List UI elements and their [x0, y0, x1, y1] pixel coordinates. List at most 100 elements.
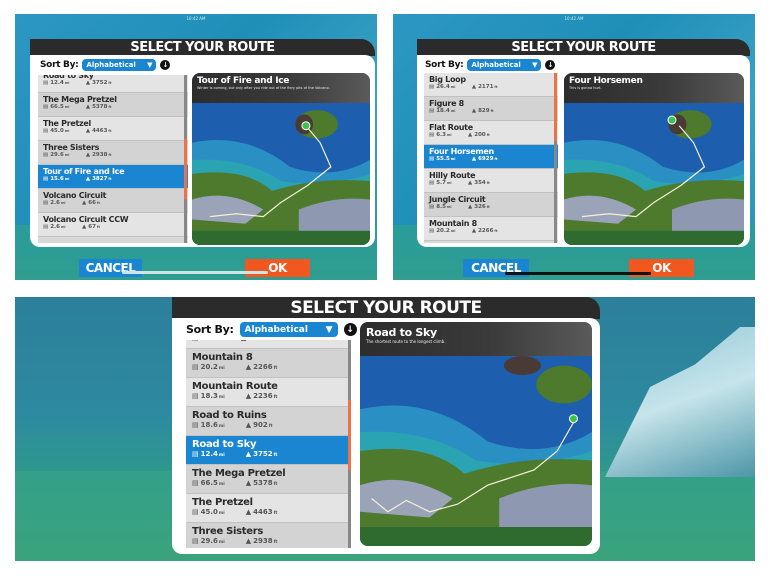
route-map: Four Horsemen This is gonna hurt.: [564, 73, 744, 245]
scrollbar[interactable]: [554, 73, 557, 243]
sort-direction-button[interactable]: ↓: [160, 60, 171, 70]
route-elevation: ▲ 829 ft: [472, 108, 494, 114]
distance-icon: ▤: [429, 180, 435, 186]
scrollbar[interactable]: [184, 75, 187, 243]
distance-icon: ▤: [43, 104, 49, 110]
elevation-unit: ft: [268, 422, 273, 428]
route-stats: ▤ 5.7 mi ▲ 354 ft: [429, 180, 553, 186]
route-list-item[interactable]: The Mega Pretzel ▤ 66.5 mi ▲ 5378 ft: [38, 93, 188, 117]
sort-descending-icon: ↓: [162, 61, 169, 69]
elevation-value: 326: [474, 204, 486, 210]
distance-value: 29.6: [200, 537, 218, 545]
route-stats: ▤ 66.5 mi ▲ 5378 ft: [192, 479, 345, 487]
map-volcano: [503, 356, 541, 375]
scrollbar[interactable]: [348, 340, 351, 548]
route-elevation: ▲ 200 ft: [468, 132, 490, 138]
distance-value: 12.4: [50, 80, 64, 86]
map-graphic: [564, 103, 744, 245]
map-forest-south: [192, 230, 370, 245]
route-distance: ▤ 45.0 mi: [43, 128, 69, 134]
elevation-icon: ▲: [468, 180, 473, 186]
distance-value: 66.5: [200, 479, 218, 487]
route-list-item[interactable]: Three Sisters ▤ 29.6 mi ▲ 2938 ft: [38, 141, 188, 165]
distance-unit: mi: [64, 177, 70, 181]
route-list[interactable]: Road to Sky ▤ 12.4 mi ▲ 3752 ft The Mega Pretze…: [38, 75, 188, 243]
sort-direction-button[interactable]: ↓: [545, 60, 556, 70]
chevron-down-icon: ▼: [147, 61, 153, 69]
scrollbar-thumb[interactable]: [348, 400, 351, 470]
distance-unit: mi: [450, 109, 456, 113]
route-list-item[interactable]: The Mega Pretzel ▤ 66.5 mi ▲ 5378 ft: [186, 465, 351, 494]
route-list-item[interactable]: Figure 8 ▤ 18.4 mi ▲ 829 ft: [424, 97, 558, 121]
route-list-item[interactable]: Mountain 8 ▤ 20.2 mi ▲ 2266 ft: [424, 217, 558, 241]
distance-unit: mi: [64, 153, 70, 157]
elevation-unit: ft: [273, 393, 278, 399]
elevation-icon: ▲: [471, 228, 477, 234]
route-name: Three Sisters: [43, 143, 100, 152]
distance-icon: ▤: [429, 84, 435, 90]
scrollbar-thumb[interactable]: [184, 139, 187, 199]
elevation-icon: ▲: [85, 128, 91, 134]
elevation-value: 326: [248, 340, 263, 342]
route-list[interactable]: Jungle Circuit▤8.5mi▲326ftMountain 8▤20.…: [186, 340, 351, 548]
route-list-item[interactable]: The Pretzel ▤ 45.0 mi ▲ 4463 ft: [38, 117, 188, 141]
route-elevation: ▲326ft: [468, 204, 490, 210]
sort-direction-button[interactable]: ↓: [343, 323, 357, 336]
elevation-icon: ▲: [85, 176, 91, 182]
route-list-item[interactable]: Big Loop ▤ 26.4 mi ▲ 2171 ft: [424, 73, 558, 97]
route-list-item[interactable]: Road to Sky ▤ 12.4 mi ▲ 3752 ft: [186, 436, 351, 465]
route-list-item[interactable]: Jungle Circuit▤8.5mi▲326ft: [424, 193, 558, 217]
route-list-item[interactable]: Three Sisters ▤ 29.6 mi ▲ 2938 ft: [186, 523, 351, 548]
page-title: SELECT YOUR ROUTE: [172, 297, 600, 319]
elevation-value: 3752: [253, 450, 273, 458]
route-list-item[interactable]: Mountain 8 ▤ 20.2 mi ▲ 2266 ft: [186, 349, 351, 378]
route-detail-header: Four Horsemen This is gonna hurt.: [564, 73, 744, 103]
background-mountain: [605, 327, 755, 477]
distance-icon: ▤: [192, 340, 199, 342]
route-distance: ▤8.5mi: [429, 204, 452, 210]
distance-icon: ▤: [192, 421, 199, 429]
route-list-item[interactable]: Hilly Route ▤ 5.7 mi ▲ 354 ft: [424, 169, 558, 193]
status-time: 10:42 AM: [564, 16, 584, 21]
elevation-value: 902: [253, 421, 268, 429]
distance-icon: ▤: [192, 537, 199, 545]
elevation-icon: ▲: [245, 421, 252, 429]
sort-dropdown[interactable]: Alphabetical ▼: [467, 59, 542, 71]
route-list-item[interactable]: Jungle Circuit▤8.5mi▲326ft: [186, 340, 351, 349]
route-list-item[interactable]: Four Horsemen ▤ 55.5 mi ▲ 6929 ft: [424, 145, 558, 169]
route-map: Road to Sky The shortest route to the lo…: [360, 322, 592, 546]
route-list-item[interactable]: Mountain Route ▤ 18.3 mi ▲ 2236 ft: [186, 378, 351, 407]
elevation-unit: ft: [264, 340, 268, 341]
elevation-unit: ft: [108, 129, 112, 133]
sort-dropdown[interactable]: Alphabetical ▼: [239, 322, 338, 337]
route-list-item[interactable]: Road to Ruins ▤ 18.6 mi ▲ 902 ft: [186, 407, 351, 436]
route-list-item[interactable]: Flat Route ▤ 6.3 mi ▲ 200 ft: [424, 121, 558, 145]
distance-icon: ▤: [192, 450, 199, 458]
start-marker-icon: [301, 121, 311, 131]
route-elevation: ▲ 5378 ft: [86, 104, 112, 110]
sort-value: Alphabetical: [471, 61, 521, 69]
elevation-icon: ▲: [245, 450, 252, 458]
route-list-item[interactable]: The Pretzel ▤ 45.0 mi ▲ 4463 ft: [186, 494, 351, 523]
route-list-item[interactable]: Road to Sky ▤ 12.4 mi ▲ 3752 ft: [38, 75, 188, 93]
route-list[interactable]: Big Loop ▤ 26.4 mi ▲ 2171 ft Figure 8 ▤ 18.4 mi ▲ 82…: [424, 73, 558, 243]
ok-button[interactable]: OK: [245, 259, 310, 277]
route-list-item[interactable]: Volcano Circuit ▤ 2.6 mi ▲ 66 ft: [38, 189, 188, 213]
route-list-item[interactable]: Volcano Circuit CCW ▤ 2.6 mi ▲ 67 ft: [38, 213, 188, 237]
sort-dropdown[interactable]: Alphabetical ▼: [82, 59, 157, 71]
elevation-icon: ▲: [471, 108, 477, 114]
sort-descending-icon: ↓: [547, 61, 554, 69]
elevation-icon: ▲: [245, 363, 252, 371]
distance-unit: mi: [218, 364, 225, 370]
elevation-unit: ft: [273, 509, 278, 515]
route-detail-title: Road to Sky: [366, 326, 437, 339]
route-stats: ▤ 29.6 mi ▲ 2938 ft: [43, 152, 183, 158]
route-list-item[interactable]: Tour of Fire and Ice ▤ 15.6 mi ▲ 3827 ft: [38, 165, 188, 189]
route-name: Three Sisters: [192, 526, 264, 537]
sort-descending-icon: ↓: [346, 324, 354, 335]
cancel-button[interactable]: CANCEL: [79, 259, 142, 277]
map-island: [536, 365, 592, 404]
route-stats: ▤ 15.6 mi ▲ 3827 ft: [43, 176, 183, 182]
elevation-unit: ft: [486, 133, 490, 137]
scrollbar-thumb[interactable]: [554, 73, 557, 141]
